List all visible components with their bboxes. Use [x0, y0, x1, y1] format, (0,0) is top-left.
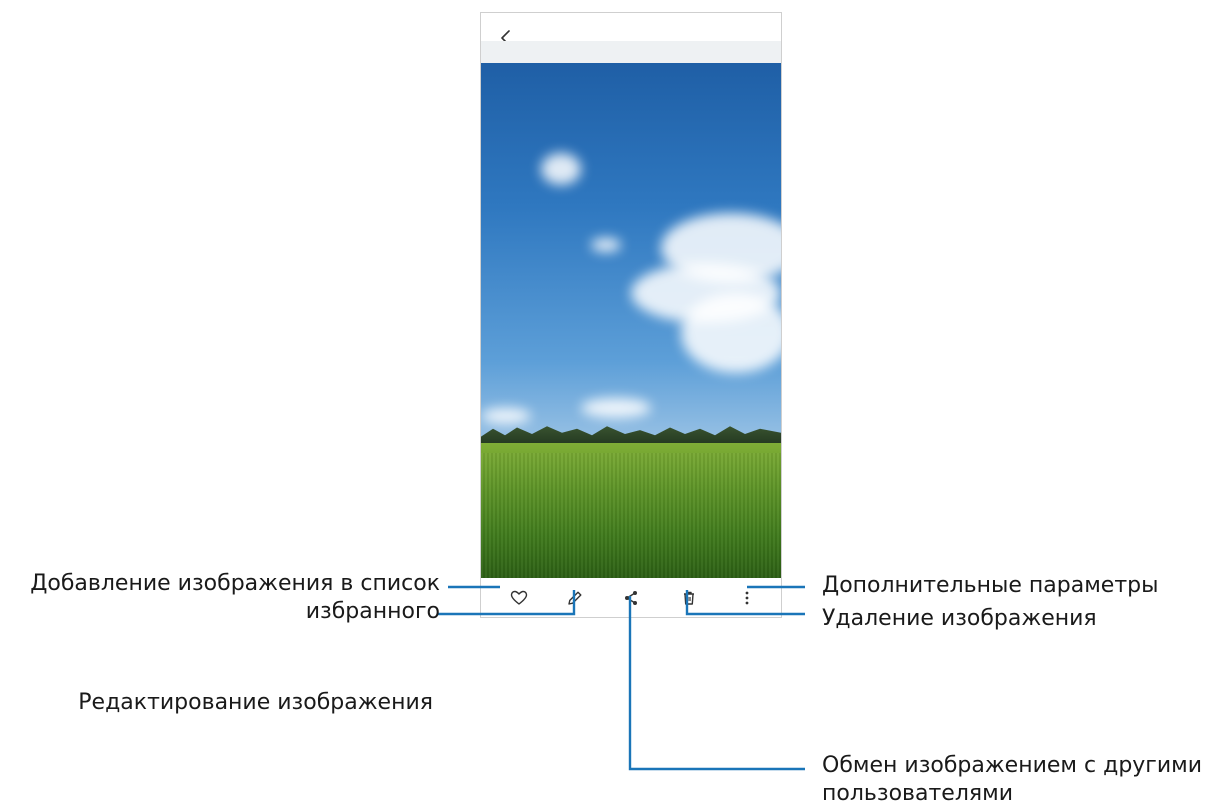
more-vertical-icon[interactable]	[737, 588, 757, 608]
edit-callout-text: Редактирование изображения	[78, 690, 433, 715]
bottom-toolbar	[481, 578, 781, 617]
pencil-icon[interactable]	[565, 588, 585, 608]
edit-callout: Редактирование изображения	[78, 589, 433, 717]
heart-icon[interactable]	[509, 588, 529, 608]
share-callout-line2: пользователями	[822, 781, 1014, 806]
phone-screen	[480, 12, 782, 618]
share-icon[interactable]	[621, 588, 641, 608]
share-callout: Обмен изображением с другими пользовател…	[822, 752, 1202, 808]
more-callout: Дополнительные параметры	[822, 573, 1159, 598]
trash-icon[interactable]	[679, 588, 699, 608]
top-bar	[481, 41, 781, 63]
share-callout-line1: Обмен изображением с другими	[822, 753, 1203, 778]
photo-viewer[interactable]	[481, 63, 781, 578]
delete-callout: Удаление изображения	[822, 606, 1097, 631]
